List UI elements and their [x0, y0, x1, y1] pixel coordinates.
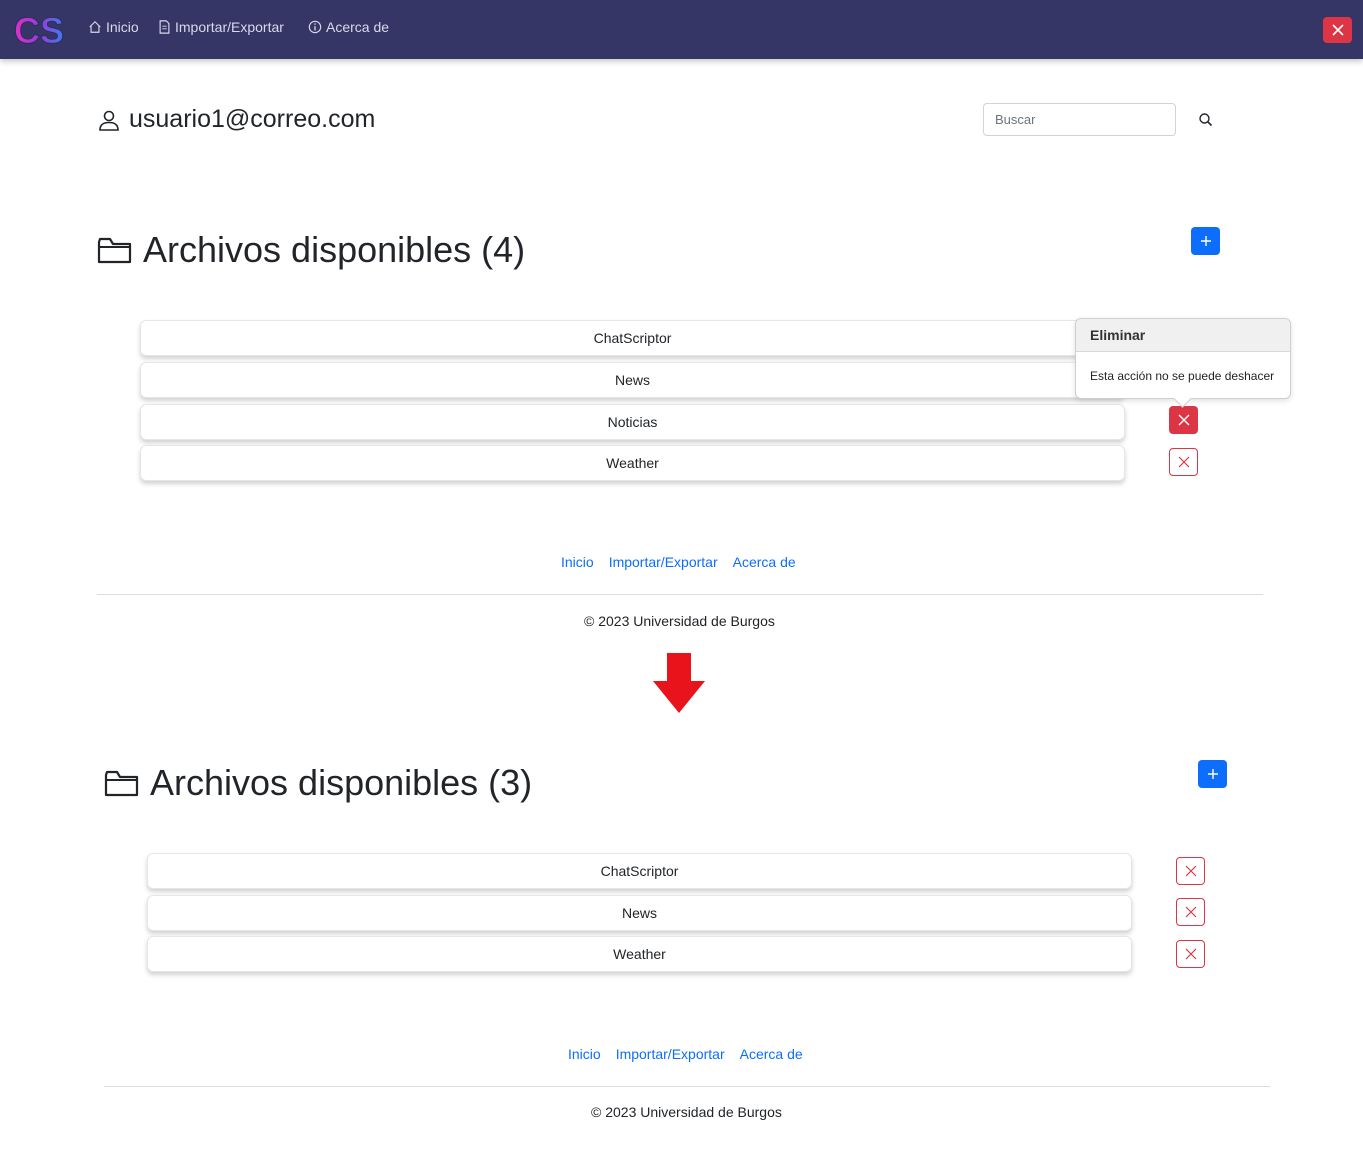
footer-links: Inicio Importar/Exportar Acerca de — [561, 554, 796, 570]
add-file-button[interactable] — [1191, 227, 1220, 255]
file-icon — [159, 20, 170, 34]
page-title: Archivos disponibles (3) — [150, 762, 533, 803]
plus-icon — [1200, 236, 1211, 246]
file-item-weather[interactable]: Weather — [140, 445, 1125, 481]
nav-acerca-de-label: Acerca de — [326, 19, 390, 35]
nav-inicio[interactable]: Inicio — [88, 19, 139, 35]
footer-divider — [97, 594, 1263, 595]
close-icon — [1185, 948, 1196, 960]
house-icon — [89, 20, 101, 33]
popover-arrow — [1173, 389, 1192, 408]
page-title: Archivos disponibles (4) — [143, 229, 526, 270]
file-item-news[interactable]: News — [147, 895, 1132, 931]
footer-link-acerca-de[interactable]: Acerca de — [740, 1046, 803, 1062]
delete-popover: Eliminar Esta acción no se puede deshace… — [1075, 318, 1291, 408]
add-file-button[interactable] — [1198, 760, 1227, 788]
plus-icon — [1207, 769, 1218, 779]
file-item-label: News — [614, 372, 650, 388]
footer-link-inicio[interactable]: Inicio — [561, 554, 594, 570]
delete-button-chatscriptor[interactable] — [1176, 857, 1205, 885]
navbar: CS Inicio Importar/Exportar Acerca de — [0, 0, 1363, 59]
folder-icon — [97, 237, 132, 264]
nav-importar-exportar-label: Importar/Exportar — [175, 19, 284, 35]
section-title-before: Archivos disponibles (4) — [97, 229, 525, 271]
folder-icon — [104, 770, 139, 797]
delete-button-noticias[interactable] — [1169, 406, 1198, 434]
nav-acerca-de[interactable]: Acerca de — [308, 19, 389, 35]
delete-button-weather[interactable] — [1169, 448, 1198, 476]
section-title-after: Archivos disponibles (3) — [104, 762, 532, 804]
search-icon — [1199, 113, 1213, 127]
footer-divider — [104, 1086, 1270, 1087]
close-icon — [1178, 414, 1189, 426]
user-info: usuario1@correo.com — [97, 105, 375, 134]
close-icon — [1178, 456, 1189, 468]
copyright: © 2023 Universidad de Burgos — [591, 1104, 782, 1120]
file-item-label: News — [621, 905, 657, 921]
file-item-label: ChatScriptor — [593, 330, 672, 346]
file-item-noticias[interactable]: Noticias — [140, 404, 1125, 440]
nav-inicio-label: Inicio — [106, 19, 139, 35]
close-button[interactable] — [1323, 17, 1352, 43]
file-item-label: ChatScriptor — [600, 863, 679, 879]
person-icon — [99, 110, 119, 131]
popover-body: Esta acción no se puede deshacer — [1090, 369, 1275, 383]
svg-text:CS: CS — [14, 10, 64, 50]
popover-header: Eliminar — [1076, 319, 1290, 352]
delete-button-weather[interactable] — [1176, 940, 1205, 968]
footer-link-inicio[interactable]: Inicio — [568, 1046, 601, 1062]
file-item-news[interactable]: News — [140, 362, 1125, 398]
file-item-chatscriptor[interactable]: ChatScriptor — [140, 320, 1125, 356]
footer-link-importar-exportar[interactable]: Importar/Exportar — [609, 554, 718, 570]
search-button[interactable] — [1197, 111, 1215, 129]
down-arrow-icon — [653, 653, 705, 713]
footer-links: Inicio Importar/Exportar Acerca de — [568, 1046, 803, 1062]
copyright: © 2023 Universidad de Burgos — [584, 613, 775, 629]
close-icon — [1185, 865, 1196, 877]
file-item-weather[interactable]: Weather — [147, 936, 1132, 972]
user-email: usuario1@correo.com — [129, 105, 376, 133]
info-circle-icon — [308, 20, 322, 34]
file-item-label: Weather — [606, 455, 659, 471]
file-item-chatscriptor[interactable]: ChatScriptor — [147, 853, 1132, 889]
close-icon — [1331, 24, 1344, 36]
nav-importar-exportar[interactable]: Importar/Exportar — [158, 19, 284, 35]
app-logo[interactable]: CS — [13, 10, 73, 50]
search-input[interactable] — [983, 103, 1176, 136]
logo-graphic: CS — [14, 10, 65, 50]
footer-link-acerca-de[interactable]: Acerca de — [733, 554, 796, 570]
footer-link-importar-exportar[interactable]: Importar/Exportar — [616, 1046, 725, 1062]
close-icon — [1185, 906, 1196, 918]
file-item-label: Noticias — [607, 414, 658, 430]
file-item-label: Weather — [613, 946, 666, 962]
delete-button-news[interactable] — [1176, 898, 1205, 926]
